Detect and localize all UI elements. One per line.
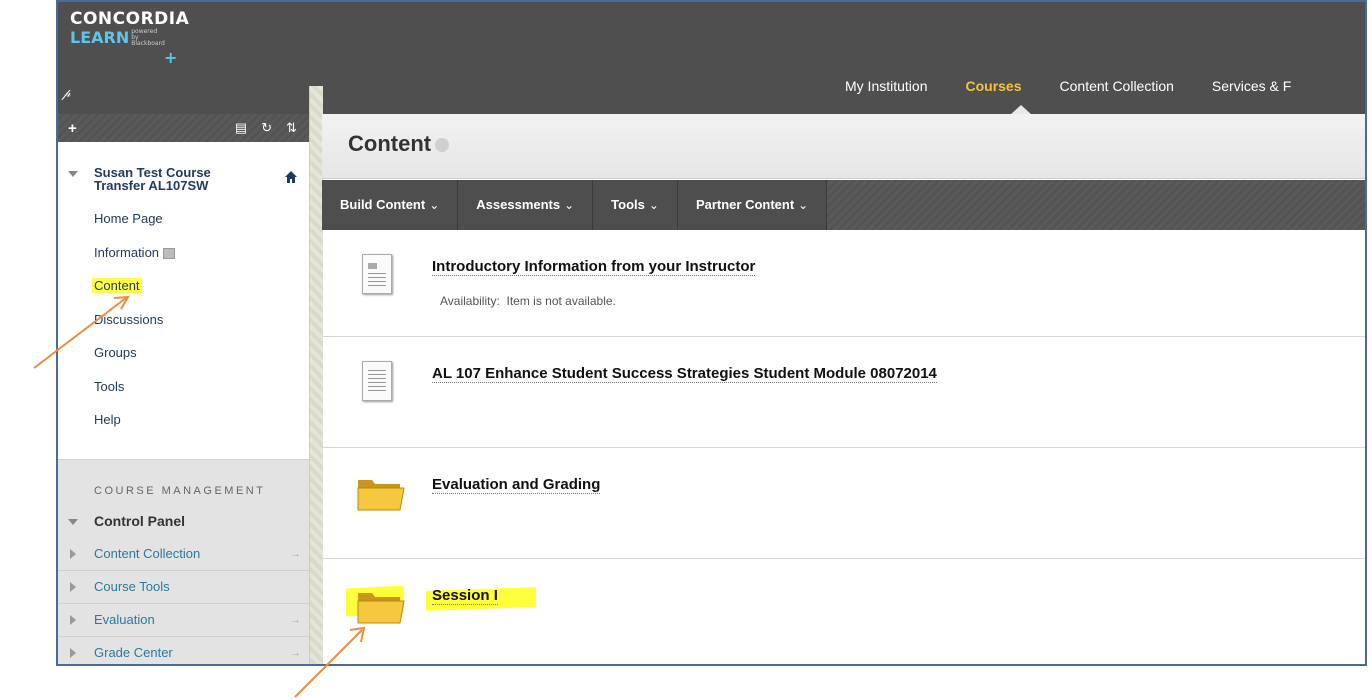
annotation-arrows — [33, 295, 366, 698]
arrow-annotation-icon — [294, 626, 366, 698]
arrow-annotation-icon — [33, 295, 130, 369]
